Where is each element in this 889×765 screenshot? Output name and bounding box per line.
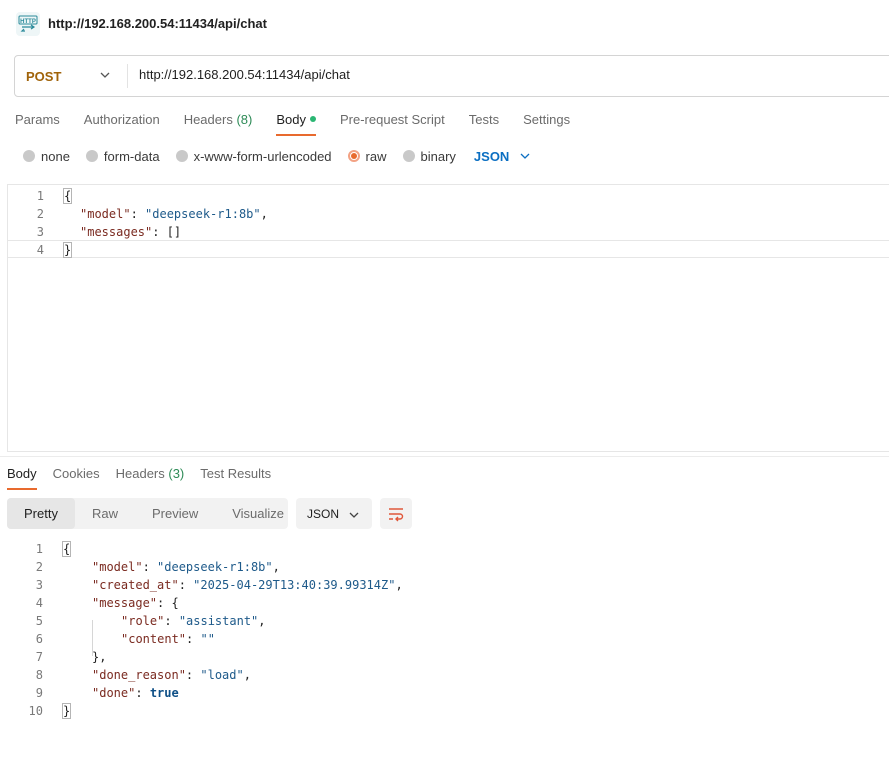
tab-headers[interactable]: Headers (8)	[184, 108, 253, 136]
tab-authorization[interactable]: Authorization	[84, 108, 160, 136]
code-line: 7 },	[35, 650, 107, 664]
code-line: 4 "message": {	[35, 596, 179, 610]
request-title[interactable]: http://192.168.200.54:11434/api/chat	[48, 16, 267, 31]
code-line: 9 "done": true	[35, 686, 179, 700]
chevron-down-icon	[520, 153, 530, 159]
request-titlebar: HTTP http://192.168.200.54:11434/api/cha…	[0, 0, 889, 48]
response-tab-test-results[interactable]: Test Results	[200, 464, 271, 490]
code-line: 2 "model": "deepseek-r1:8b",	[35, 560, 280, 574]
response-headers-count: (3)	[168, 466, 185, 481]
radio-circle-checked	[347, 150, 360, 162]
tab-settings[interactable]: Settings	[523, 108, 570, 136]
radio-circle	[23, 150, 35, 162]
url-divider	[127, 64, 128, 88]
view-preview[interactable]: Preview	[135, 498, 215, 529]
response-tab-headers[interactable]: Headers (3)	[116, 464, 185, 490]
radio-x-www-form-urlencoded[interactable]: x-www-form-urlencoded	[175, 149, 332, 164]
response-format-select[interactable]: JSON	[296, 498, 372, 529]
view-raw[interactable]: Raw	[75, 498, 135, 529]
code-line: 10 }	[28, 703, 72, 719]
code-line: 1 {	[35, 541, 72, 557]
radio-form-data[interactable]: form-data	[85, 149, 160, 164]
code-line: 1 {	[36, 188, 73, 204]
method-label: POST	[26, 68, 62, 84]
svg-text:HTTP: HTTP	[20, 19, 36, 25]
code-line: 3 "created_at": "2025-04-29T13:40:39.993…	[35, 578, 403, 592]
tab-pre-request-script[interactable]: Pre-request Script	[340, 108, 445, 136]
response-tab-body[interactable]: Body	[7, 464, 37, 490]
url-bar: POST	[14, 55, 889, 97]
radio-none[interactable]: none	[23, 149, 70, 164]
request-tabs: Params Authorization Headers (8) Body Pr…	[15, 108, 594, 138]
code-line: 5 "role": "assistant",	[35, 614, 266, 628]
chevron-down-icon	[349, 512, 359, 518]
radio-circle	[85, 150, 98, 162]
code-line: 2 "model": "deepseek-r1:8b",	[36, 207, 268, 221]
radio-binary[interactable]: binary	[402, 149, 456, 164]
code-line: 6 "content": ""	[35, 632, 215, 646]
code-line: 3 "messages": []	[36, 225, 182, 239]
view-visualize[interactable]: Visualize	[215, 498, 301, 529]
body-indicator-dot	[309, 116, 316, 122]
tab-body[interactable]: Body	[276, 108, 316, 136]
wrap-lines-icon	[389, 507, 404, 521]
method-select[interactable]: POST	[15, 56, 127, 96]
url-input[interactable]	[139, 67, 739, 82]
raw-format-select[interactable]: JSON	[474, 149, 531, 164]
chevron-down-icon	[100, 72, 110, 78]
response-view-selector: Pretty Raw Preview Visualize	[7, 498, 288, 529]
radio-circle	[175, 150, 188, 162]
tab-tests[interactable]: Tests	[469, 108, 499, 136]
headers-count: (8)	[236, 112, 253, 127]
radio-circle	[402, 150, 415, 162]
tab-params[interactable]: Params	[15, 108, 60, 136]
response-body-viewer[interactable]: 1 { 2 "model": "deepseek-r1:8b", 3 "crea…	[7, 540, 887, 730]
code-line: 8 "done_reason": "load",	[35, 668, 251, 682]
http-icon: HTTP	[16, 12, 40, 36]
response-tab-cookies[interactable]: Cookies	[53, 464, 100, 490]
wrap-lines-button[interactable]	[380, 498, 412, 529]
radio-raw[interactable]: raw	[347, 149, 387, 164]
response-tabs: Body Cookies Headers (3) Test Results	[7, 464, 287, 492]
code-line-current: 4 }	[8, 240, 889, 258]
view-pretty[interactable]: Pretty	[7, 498, 75, 529]
body-type-options: none form-data x-www-form-urlencoded raw…	[23, 146, 531, 166]
request-body-editor[interactable]: 1 { 2 "model": "deepseek-r1:8b", 3 "mess…	[7, 184, 889, 452]
pane-splitter[interactable]	[0, 456, 889, 457]
